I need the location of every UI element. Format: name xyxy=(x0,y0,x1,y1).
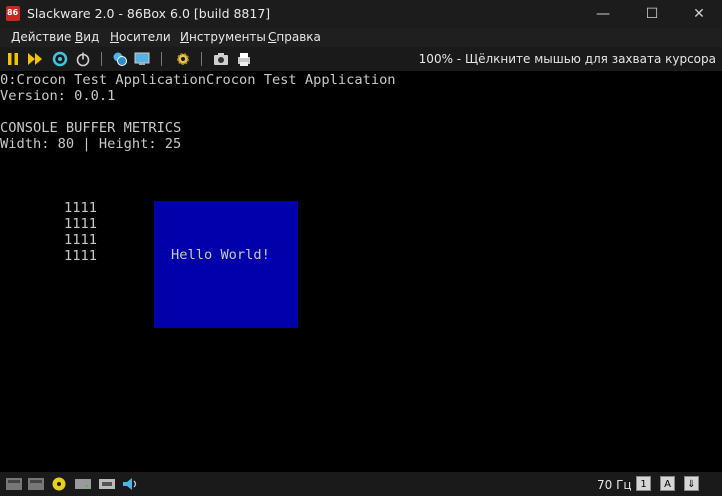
menu-help[interactable]: Справка xyxy=(268,30,321,44)
toolbar-separator xyxy=(101,52,102,66)
power-icon[interactable] xyxy=(75,51,91,67)
number-row: 1111 xyxy=(64,216,97,232)
printer-icon[interactable] xyxy=(236,51,252,67)
caps-lock-indicator: A xyxy=(660,476,675,491)
scroll-lock-indicator: ⇓ xyxy=(684,476,699,491)
minimize-button[interactable]: — xyxy=(580,0,626,28)
menu-action[interactable]: Действие xyxy=(11,30,71,44)
fast-forward-icon[interactable] xyxy=(27,51,43,67)
window-title: Slackware 2.0 - 86Box 6.0 [build 8817] xyxy=(27,6,271,21)
pause-icon[interactable] xyxy=(5,51,21,67)
floppy-drive-icon[interactable] xyxy=(6,477,22,491)
sound-icon[interactable] xyxy=(122,477,138,491)
menu-media[interactable]: Носители xyxy=(110,30,171,44)
cdrom-icon[interactable] xyxy=(51,477,67,491)
menu-tools[interactable]: Инструменты xyxy=(180,30,266,44)
reset-icon[interactable] xyxy=(52,51,68,67)
num-lock-indicator: 1 xyxy=(636,476,651,491)
emulated-screen[interactable]: 0:Crocon Test ApplicationCrocon Test App… xyxy=(0,71,722,472)
hard-disk-icon[interactable] xyxy=(75,477,91,491)
capture-status-text: 100% - Щёлкните мышью для захвата курсор… xyxy=(418,52,716,66)
console-line-title: 0:Crocon Test ApplicationCrocon Test App… xyxy=(0,72,396,88)
network-icon[interactable] xyxy=(99,477,115,491)
close-button[interactable]: ✕ xyxy=(676,0,722,28)
display-icon[interactable] xyxy=(134,51,150,67)
menu-bar: Действие Вид Носители Инструменты Справк… xyxy=(0,28,722,47)
emulator-window: Slackware 2.0 - 86Box 6.0 [build 8817] —… xyxy=(0,0,722,496)
toolbar-separator xyxy=(161,52,162,66)
toolbar-separator xyxy=(201,52,202,66)
number-row: 1111 xyxy=(64,200,97,216)
86box-app-icon xyxy=(6,6,20,21)
maximize-button[interactable]: ☐ xyxy=(629,0,675,28)
toolbar: 100% - Щёлкните мышью для захвата курсор… xyxy=(0,47,722,71)
refresh-rate-label: 70 Гц xyxy=(597,478,632,492)
screenshot-icon[interactable] xyxy=(213,51,229,67)
ctrl-alt-del-icon[interactable] xyxy=(112,51,128,67)
number-row: 1111 xyxy=(64,248,97,264)
number-row: 1111 xyxy=(64,232,97,248)
hello-world-text: Hello World! xyxy=(171,247,270,263)
hello-world-box: Hello World! xyxy=(154,201,298,328)
console-line-version: Version: 0.0.1 xyxy=(0,88,116,104)
title-bar: Slackware 2.0 - 86Box 6.0 [build 8817] —… xyxy=(0,0,722,28)
menu-view[interactable]: Вид xyxy=(75,30,99,44)
status-bar: 70 Гц 1 A ⇓ xyxy=(0,472,722,496)
floppy-drive-icon[interactable] xyxy=(28,477,44,491)
console-line-metrics-heading: CONSOLE BUFFER METRICS xyxy=(0,120,182,136)
console-line-metrics: Width: 80 | Height: 25 xyxy=(0,136,182,152)
settings-icon[interactable] xyxy=(175,51,191,67)
